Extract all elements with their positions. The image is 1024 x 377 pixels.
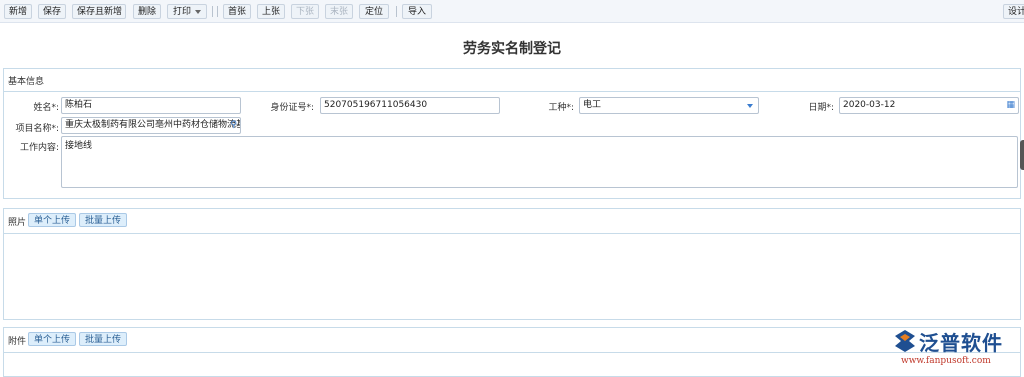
import-button[interactable]: 导入 bbox=[402, 4, 432, 19]
basic-info-header: 基本信息 bbox=[4, 69, 1020, 92]
calendar-icon[interactable]: ▦ bbox=[1006, 98, 1015, 113]
id-number-field[interactable]: 520705196711056430 bbox=[320, 97, 500, 114]
print-label: 打印 bbox=[172, 7, 191, 17]
toolbar-divider bbox=[217, 6, 218, 17]
page-title: 劳务实名制登记 bbox=[463, 41, 561, 57]
single-upload-button[interactable]: 单个上传 bbox=[28, 213, 77, 227]
date-value: 2020-03-12 bbox=[843, 100, 896, 110]
name-field[interactable]: 陈柏石 bbox=[61, 97, 241, 114]
save-button[interactable]: 保存 bbox=[38, 4, 66, 19]
section-title: 附件 bbox=[8, 337, 27, 347]
trade-value: 电工 bbox=[583, 100, 602, 110]
date-label: 日期*: bbox=[808, 103, 834, 113]
prev-record-button[interactable]: 上张 bbox=[257, 4, 285, 19]
project-field[interactable]: 重庆太极制药有限公司亳州中药材仓储物流基 ⚲ bbox=[61, 117, 241, 134]
batch-upload-button[interactable]: 批量上传 bbox=[79, 332, 128, 346]
date-field[interactable]: 2020-03-12 ▦ bbox=[839, 97, 1019, 114]
print-button[interactable]: 打印 bbox=[167, 4, 207, 19]
batch-upload-button[interactable]: 批量上传 bbox=[79, 213, 128, 227]
logo-icon bbox=[895, 330, 915, 352]
design-button[interactable]: 设计 bbox=[1003, 4, 1024, 19]
delete-button[interactable]: 删除 bbox=[133, 4, 161, 19]
work-content-textarea[interactable]: 接地线 bbox=[61, 136, 1018, 188]
side-drawer-handle[interactable] bbox=[1020, 140, 1024, 170]
toolbar: 新增 保存 保存且新增 删除 打印 首张 上张 下张 末张 定位 导入 设计 bbox=[0, 0, 1024, 23]
attachment-header: 附件 单个上传 批量上传 bbox=[4, 328, 1020, 353]
trade-label: 工种*: bbox=[548, 103, 574, 113]
work-content-label: 工作内容: bbox=[19, 143, 59, 153]
search-icon[interactable]: ⚲ bbox=[230, 118, 237, 133]
project-label: 项目名称*: bbox=[15, 124, 59, 134]
section-title: 基本信息 bbox=[8, 77, 45, 87]
project-value: 重庆太极制药有限公司亳州中药材仓储物流基 bbox=[65, 120, 241, 130]
last-record-button[interactable]: 末张 bbox=[325, 4, 353, 19]
basic-info-panel: 基本信息 姓名*: 陈柏石 身份证号*: 520705196711056430 … bbox=[3, 68, 1021, 199]
first-record-button[interactable]: 首张 bbox=[223, 4, 251, 19]
brand-logo: 泛普软件 www.fanpusoft.com bbox=[893, 327, 1023, 373]
id-number-label: 身份证号*: bbox=[270, 103, 314, 113]
trade-select[interactable]: 电工 bbox=[579, 97, 759, 114]
chevron-down-icon bbox=[747, 104, 753, 108]
photo-header: 照片 单个上传 批量上传 bbox=[4, 209, 1020, 234]
single-upload-button[interactable]: 单个上传 bbox=[28, 332, 77, 346]
toolbar-divider bbox=[396, 6, 397, 17]
logo-text: 泛普软件 bbox=[919, 331, 1003, 355]
name-label: 姓名*: bbox=[33, 103, 59, 113]
new-button[interactable]: 新增 bbox=[4, 4, 32, 19]
toolbar-divider bbox=[212, 6, 213, 17]
next-record-button[interactable]: 下张 bbox=[291, 4, 319, 19]
logo-url: www.fanpusoft.com bbox=[901, 356, 991, 366]
save-and-new-button[interactable]: 保存且新增 bbox=[72, 4, 126, 19]
photo-panel: 照片 单个上传 批量上传 bbox=[3, 208, 1021, 320]
chevron-down-icon bbox=[195, 9, 201, 14]
attachment-panel: 附件 单个上传 批量上传 bbox=[3, 327, 1021, 377]
locate-button[interactable]: 定位 bbox=[359, 4, 389, 19]
section-title: 照片 bbox=[8, 218, 27, 228]
